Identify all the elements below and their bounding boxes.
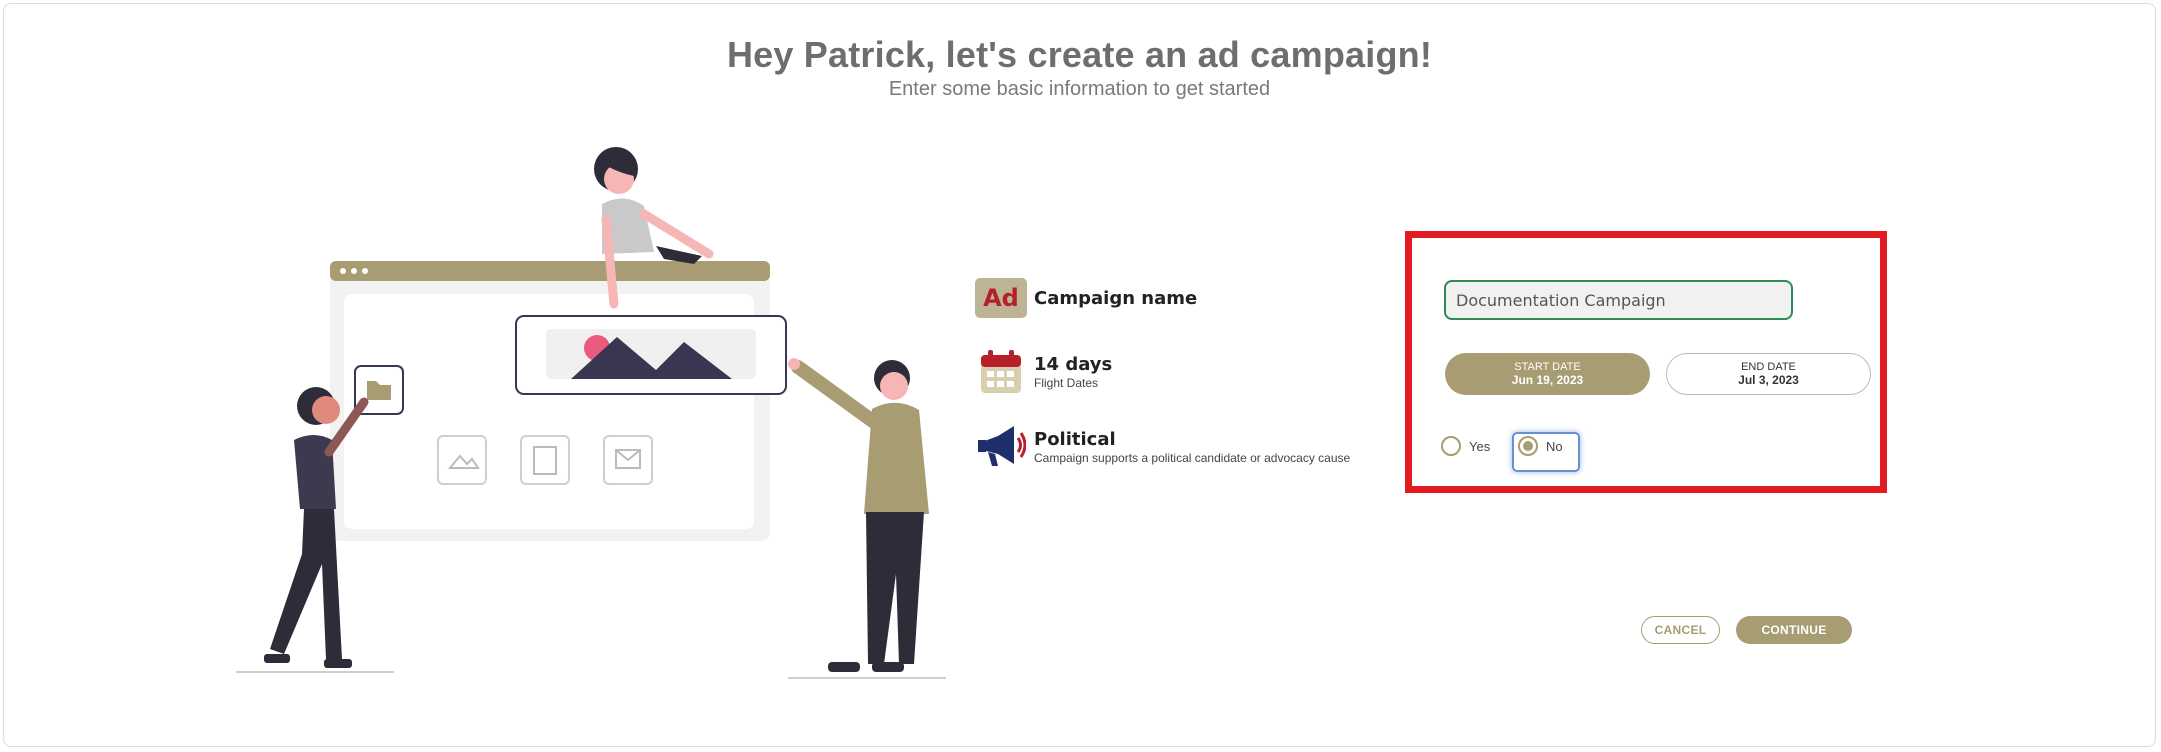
campaign-illustration <box>236 147 946 679</box>
cancel-button[interactable]: CANCEL <box>1641 616 1720 644</box>
flight-dates-subtitle: Flight Dates <box>1034 376 1099 390</box>
start-date-button[interactable]: START DATE Jun 19, 2023 <box>1445 353 1650 395</box>
radio-no-label: No <box>1546 438 1563 454</box>
campaign-name-label: Campaign name <box>1034 287 1198 309</box>
flight-dates-info: 14 days Flight Dates <box>974 349 1112 395</box>
page-subtitle: Enter some basic information to get star… <box>888 78 1271 100</box>
political-title: Political <box>1034 429 1116 450</box>
campaign-name-input[interactable] <box>1444 280 1793 320</box>
political-yes-option[interactable]: Yes <box>1441 436 1490 456</box>
political-info: Political Campaign supports a political … <box>974 424 1350 470</box>
end-date-value: Jul 3, 2023 <box>1738 373 1799 387</box>
ad-icon: Ad <box>974 275 1028 321</box>
document-icon <box>520 435 570 485</box>
page-title: Hey Patrick, let's create an ad campaign… <box>726 34 1433 75</box>
image-icon <box>437 435 487 485</box>
political-no-option[interactable]: No <box>1518 436 1563 456</box>
campaign-name-info: Ad Campaign name <box>974 275 1197 321</box>
radio-no[interactable] <box>1518 436 1538 456</box>
page-container: Hey Patrick, let's create an ad campaign… <box>3 3 2156 747</box>
flight-dates-title: 14 days <box>1034 354 1113 375</box>
radio-yes-label: Yes <box>1469 438 1491 454</box>
political-subtitle: Campaign supports a political candidate … <box>1034 451 1351 465</box>
browser-titlebar <box>330 261 770 281</box>
radio-yes[interactable] <box>1441 436 1461 456</box>
start-date-value: Jun 19, 2023 <box>1511 373 1584 387</box>
megaphone-icon <box>974 424 1028 470</box>
calendar-icon <box>974 349 1028 395</box>
continue-button[interactable]: CONTINUE <box>1736 616 1852 644</box>
end-date-button[interactable]: END DATE Jul 3, 2023 <box>1666 353 1871 395</box>
